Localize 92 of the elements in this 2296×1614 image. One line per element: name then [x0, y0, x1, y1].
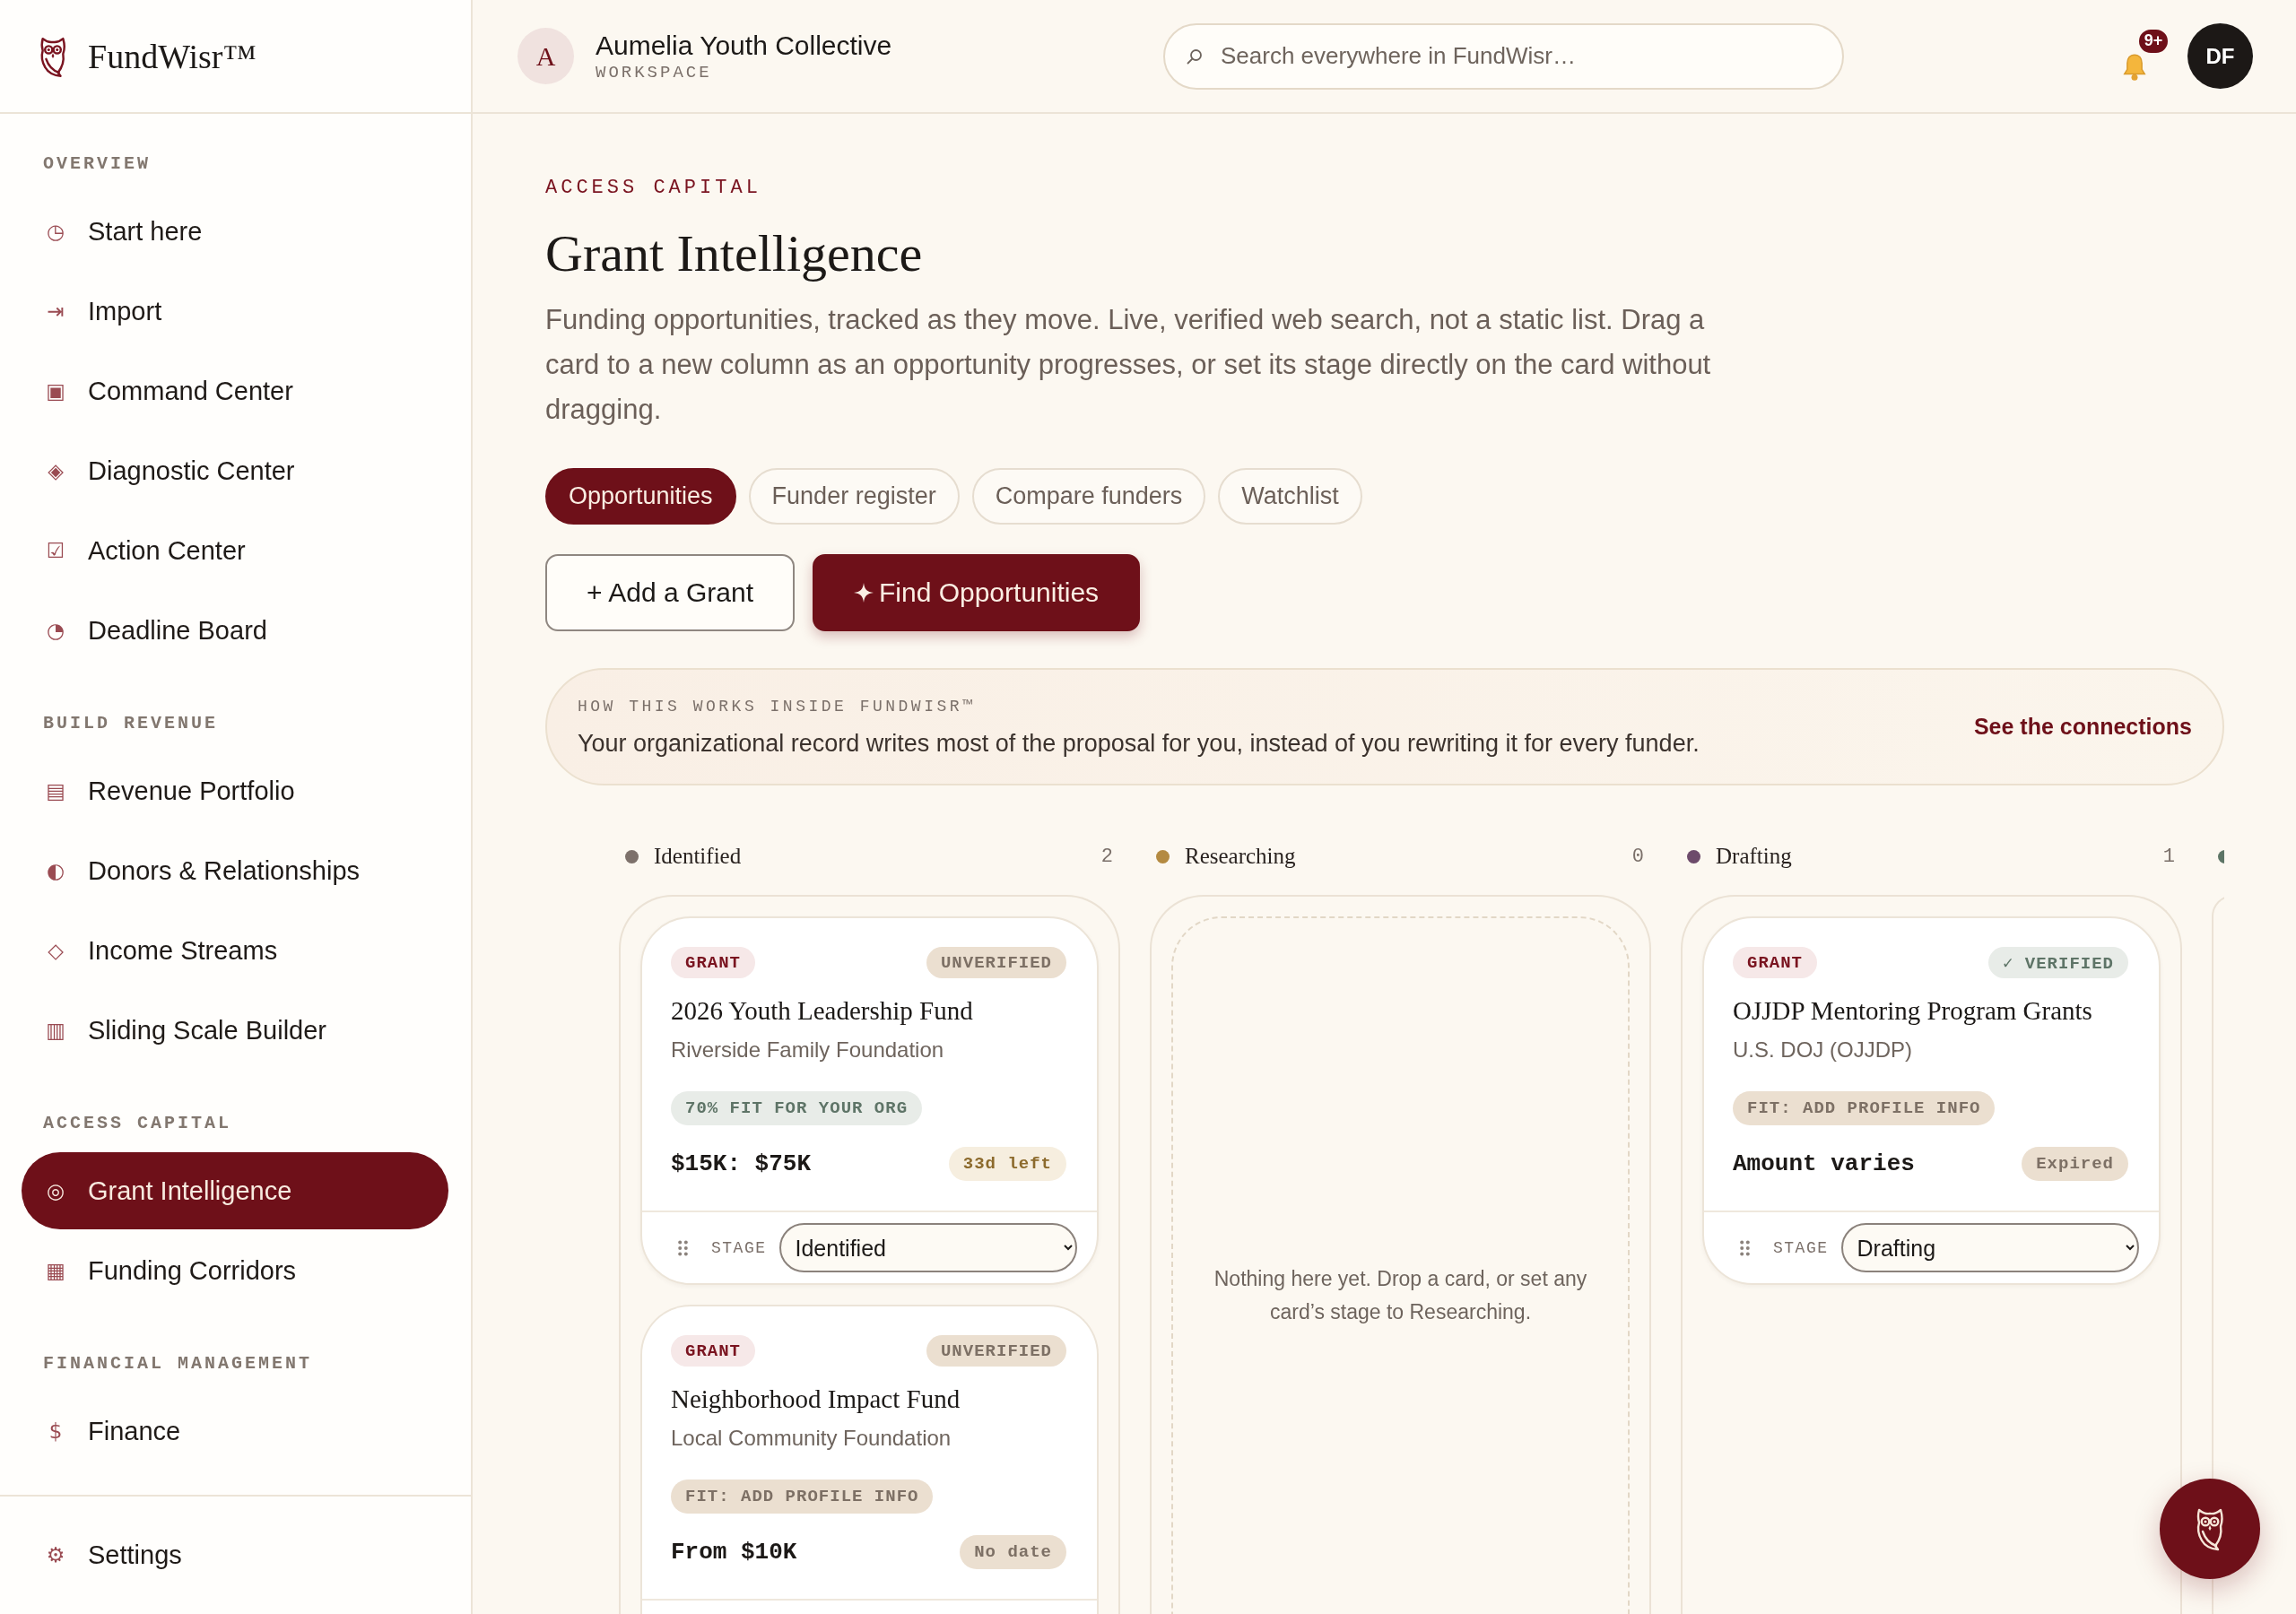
nav-item[interactable]: ⚙ Settings	[22, 1516, 448, 1593]
gear-icon: ⚙	[45, 1544, 66, 1566]
verification-badge: ✓ VERIFIED	[1987, 947, 2128, 978]
find-opportunities-button[interactable]: Find Opportunities	[812, 554, 1141, 631]
add-grant-button[interactable]: + Add a Grant	[545, 554, 795, 631]
sparkle-icon	[853, 583, 874, 603]
column-title: Identified	[654, 844, 742, 869]
grant-card[interactable]: GRANT UNVERIFIED 2026 Youth Leadership Fund Riverside Family Foundation 70% FIT FOR YOUR ORG $15K: $75K 33d left STAGE Identified	[640, 916, 1099, 1285]
nav-item[interactable]: ▣ Command Center	[22, 352, 448, 430]
type-tag: GRANT	[671, 1335, 755, 1367]
nav-item[interactable]: ◐ Donors & Relationships	[22, 832, 448, 909]
deadline-badge: No date	[960, 1535, 1066, 1569]
grant-amount: Amount varies	[1733, 1150, 1915, 1177]
workspace-label: WORKSPACE	[596, 61, 713, 83]
grant-title: OJJDP Mentoring Program Grants	[1733, 995, 2092, 1027]
user-avatar[interactable]: DF	[2187, 23, 2253, 89]
arrow-to-bar-icon: ⇥	[45, 300, 66, 322]
half-circle-icon: ◐	[45, 860, 66, 881]
brand-name: FundWisr™	[88, 36, 257, 76]
page-description: Funding opportunities, tracked as they move. Live, verified web search, not a static list. Drag a card to a new column as an opportunity progresses, or set its stage directly on the card without dragging.	[545, 303, 1712, 427]
nav-item[interactable]: $ Finance	[22, 1393, 448, 1470]
framed-square-icon: ▣	[45, 380, 66, 402]
verification-badge: UNVERIFIED	[926, 947, 1066, 978]
bell-icon	[2121, 53, 2148, 82]
column-count: 1	[2162, 845, 2175, 868]
type-tag: GRANT	[671, 947, 755, 978]
nav-section-title: FINANCIAL MANAGEMENT	[42, 1353, 314, 1375]
see-connections-link[interactable]: See the connections	[1973, 714, 2192, 740]
checkbox-icon: ☑	[45, 540, 66, 561]
nav-item[interactable]: ☑ Action Center	[22, 512, 448, 589]
fit-badge: FIT: ADD PROFILE INFO	[1733, 1091, 1996, 1125]
nav-item[interactable]: ▥ Sliding Scale Builder	[22, 992, 448, 1069]
notifications-button[interactable]: 9+	[2116, 27, 2170, 85]
column-count: 2	[1100, 845, 1113, 868]
workspace-name: Aumelia Youth Collective	[596, 29, 892, 62]
grant-title: Neighborhood Impact Fund	[671, 1384, 961, 1415]
stage-select[interactable]: Identified	[778, 1223, 1077, 1272]
target-icon: ◎	[45, 1180, 66, 1202]
nav-item[interactable]: ⇥ Import	[22, 273, 448, 350]
deadline-badge: 33d left	[948, 1147, 1066, 1181]
nav-section-title: BUILD REVENUE	[42, 713, 220, 734]
grant-card[interactable]: GRANT UNVERIFIED Neighborhood Impact Fund Local Community Foundation FIT: ADD PROFILE INFO From $10K No date	[640, 1305, 1099, 1614]
grant-title: 2026 Youth Leadership Fund	[671, 995, 973, 1027]
tab[interactable]: Watchlist	[1218, 468, 1362, 525]
pie-icon: ◔	[45, 620, 66, 641]
lines-icon: ▤	[45, 780, 66, 802]
deadline-badge: Expired	[2022, 1147, 2128, 1181]
nav-section-title: ACCESS CAPITAL	[42, 1113, 233, 1134]
type-tag: GRANT	[1733, 947, 1817, 978]
grant-amount: $15K: $75K	[671, 1150, 812, 1177]
nav-section-title: OVERVIEW	[42, 153, 152, 175]
drag-handle-icon[interactable]	[1740, 1239, 1750, 1256]
fit-badge: 70% FIT FOR YOUR ORG	[671, 1091, 923, 1125]
clock-icon: ◷	[45, 221, 66, 242]
column-count: 0	[1631, 845, 1644, 868]
columns-icon: ▥	[45, 1020, 66, 1041]
nav-item[interactable]: ◎ Grant Intelligence	[22, 1152, 448, 1229]
nav-item[interactable]: ◷ Start here	[22, 193, 448, 270]
column-title: Researching	[1185, 844, 1296, 869]
banner-text: Your organizational record writes most of the proposal for you, instead of you rewriting it for every funder.	[578, 728, 1700, 759]
stage-label: STAGE	[1773, 1238, 1829, 1257]
nav-item[interactable]: ▤ Revenue Portfolio	[22, 752, 448, 829]
nav-item[interactable]: ▦ Funding Corridors	[22, 1232, 448, 1309]
funder-name: Riverside Family Foundation	[671, 1037, 944, 1063]
search-icon	[1187, 48, 1203, 65]
page-title: Grant Intelligence	[545, 224, 924, 283]
workspace-avatar: A	[517, 28, 574, 84]
grid-icon: ▦	[45, 1260, 66, 1281]
grant-amount: From $10K	[671, 1539, 797, 1566]
nav-item[interactable]: ◇ Income Streams	[22, 912, 448, 989]
stage-select[interactable]: Drafting	[1840, 1223, 2139, 1272]
tab[interactable]: Funder register	[748, 468, 960, 525]
column-title: Drafting	[1716, 844, 1792, 869]
notification-badge: 9+	[2137, 27, 2170, 55]
tab[interactable]: Compare funders	[971, 468, 1206, 525]
drag-handle-icon[interactable]	[678, 1239, 688, 1256]
grant-card[interactable]: GRANT ✓ VERIFIED OJJDP Mentoring Program Grants U.S. DOJ (OJJDP) FIT: ADD PROFILE INFO Amount varies Expired STAGE Drafting	[1702, 916, 2161, 1285]
tab[interactable]: Opportunities	[545, 468, 736, 525]
fit-badge: FIT: ADD PROFILE INFO	[671, 1480, 934, 1514]
search-field[interactable]: Search everywhere in FundWisr…	[1163, 22, 1844, 90]
diamond-icon: ◈	[45, 460, 66, 482]
empty-message: Nothing here yet. Drop a card, or set any card’s stage to Researching.	[1213, 1266, 1588, 1325]
page-eyebrow: ACCESS CAPITAL	[545, 176, 762, 201]
funder-name: Local Community Foundation	[671, 1425, 952, 1452]
nav-item[interactable]: ◔ Deadline Board	[22, 592, 448, 669]
funder-name: U.S. DOJ (OJJDP)	[1733, 1037, 1912, 1063]
nav-item[interactable]: ◈ Diagnostic Center	[22, 432, 448, 509]
verification-badge: UNVERIFIED	[926, 1335, 1066, 1367]
diamond-outline-icon: ◇	[45, 940, 66, 961]
banner-eyebrow: HOW THIS WORKS INSIDE FUNDWISR™	[578, 696, 977, 717]
stage-label: STAGE	[711, 1238, 767, 1257]
dollar-icon: $	[45, 1420, 66, 1442]
